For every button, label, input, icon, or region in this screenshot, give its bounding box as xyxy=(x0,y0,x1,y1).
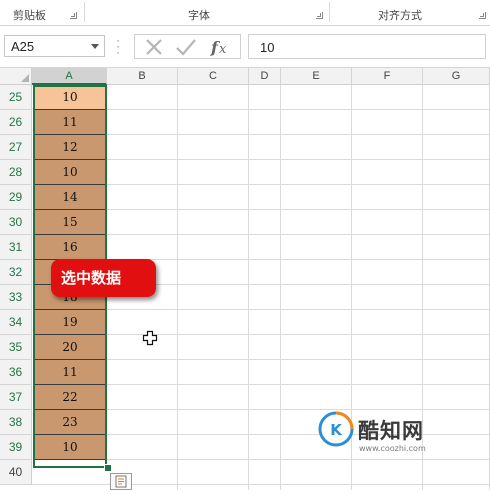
row-header-25[interactable]: 25 xyxy=(0,85,32,110)
formula-bar-buttons: f x xyxy=(134,34,241,59)
row-header-29[interactable]: 29 xyxy=(0,185,32,210)
gridline xyxy=(107,109,490,110)
row-header-38[interactable]: 38 xyxy=(0,410,32,435)
function-icon[interactable]: f x xyxy=(209,37,233,57)
row-header-26[interactable]: 26 xyxy=(0,110,32,135)
row-header-31[interactable]: 31 xyxy=(0,235,32,260)
cell-a29[interactable]: 14 xyxy=(33,185,107,210)
gridline xyxy=(177,85,178,490)
row-header-40[interactable]: 40 xyxy=(0,460,32,485)
column-header-a[interactable]: A xyxy=(32,68,107,85)
row-header-27[interactable]: 27 xyxy=(0,135,32,160)
cell-a31[interactable]: 16 xyxy=(33,235,107,260)
quick-analysis-icon xyxy=(115,475,127,488)
cell-a39[interactable]: 10 xyxy=(33,435,107,460)
ribbon-group-labels: 剪贴板 字体 对齐方式 xyxy=(0,0,490,26)
quick-analysis-button[interactable] xyxy=(110,473,132,490)
column-header-g[interactable]: G xyxy=(423,68,490,85)
name-box[interactable]: A25 xyxy=(4,35,105,57)
drag-handle-icon[interactable]: · · · xyxy=(116,34,120,58)
gridline xyxy=(248,85,249,490)
formula-input[interactable]: 10 xyxy=(248,34,486,59)
gridline xyxy=(107,209,490,210)
gridline xyxy=(107,384,490,385)
row-header-34[interactable]: 34 xyxy=(0,310,32,335)
cell-a38[interactable]: 23 xyxy=(33,410,107,435)
formula-bar: A25 · · · f x 10 xyxy=(0,26,490,68)
cell-a28[interactable]: 10 xyxy=(33,160,107,185)
gridline xyxy=(107,284,490,285)
watermark-url: www.coozhi.com xyxy=(359,444,426,453)
row-header-37[interactable]: 37 xyxy=(0,385,32,410)
cell-a35[interactable]: 20 xyxy=(33,335,107,360)
group-divider xyxy=(84,2,85,22)
alignment-dialog-launcher-icon[interactable] xyxy=(479,12,486,19)
row-header-33[interactable]: 33 xyxy=(0,285,32,310)
cell-cursor-icon xyxy=(142,330,158,346)
annotation-callout: 选中数据 xyxy=(51,259,156,297)
worksheet-grid[interactable]: A B C D E F G 25 26 27 28 29 30 31 32 33… xyxy=(0,68,490,490)
cell-a36[interactable]: 11 xyxy=(33,360,107,385)
gridline xyxy=(107,334,490,335)
gridline xyxy=(107,134,490,135)
clipboard-dialog-launcher-icon[interactable] xyxy=(70,12,77,19)
gridline xyxy=(107,234,490,235)
cell-a37[interactable]: 22 xyxy=(33,385,107,410)
gridline xyxy=(107,409,490,410)
formula-value: 10 xyxy=(260,40,275,55)
row-header-39[interactable]: 39 xyxy=(0,435,32,460)
coozhi-logo-icon: K xyxy=(318,411,354,447)
column-header-f[interactable]: F xyxy=(352,68,423,85)
group-divider xyxy=(329,2,330,22)
clipboard-group-label: 剪贴板 xyxy=(13,9,46,22)
gridline xyxy=(107,259,490,260)
cell-a25[interactable]: 10 xyxy=(33,85,107,110)
select-all-button[interactable] xyxy=(0,68,32,85)
svg-text:K: K xyxy=(330,421,343,439)
font-dialog-launcher-icon[interactable] xyxy=(316,12,323,19)
gridline xyxy=(280,85,281,490)
select-all-triangle-icon xyxy=(21,74,29,82)
row-header-32[interactable]: 32 xyxy=(0,260,32,285)
row-header-35[interactable]: 35 xyxy=(0,335,32,360)
gridline xyxy=(107,309,490,310)
watermark-name: 酷知网 xyxy=(358,419,424,443)
enter-icon[interactable] xyxy=(175,37,197,57)
cell-a27[interactable]: 12 xyxy=(33,135,107,160)
cell-a26[interactable]: 11 xyxy=(33,110,107,135)
cell-a30[interactable]: 15 xyxy=(33,210,107,235)
column-header-d[interactable]: D xyxy=(249,68,281,85)
watermark: K 酷知网 www.coozhi.com xyxy=(318,411,488,461)
svg-text:x: x xyxy=(219,42,227,57)
gridline xyxy=(107,359,490,360)
chevron-down-icon[interactable] xyxy=(91,44,99,49)
column-header-e[interactable]: E xyxy=(281,68,352,85)
row-header-36[interactable]: 36 xyxy=(0,360,32,385)
font-group-label: 字体 xyxy=(188,9,210,22)
fill-handle[interactable] xyxy=(104,464,112,472)
row-header-28[interactable]: 28 xyxy=(0,160,32,185)
column-header-b[interactable]: B xyxy=(107,68,178,85)
gridline xyxy=(32,484,490,485)
alignment-group-label: 对齐方式 xyxy=(378,9,422,22)
row-header-30[interactable]: 30 xyxy=(0,210,32,235)
cell-a34[interactable]: 19 xyxy=(33,310,107,335)
name-box-value: A25 xyxy=(11,39,35,54)
gridline xyxy=(107,159,490,160)
cancel-icon[interactable] xyxy=(144,37,164,57)
gridline xyxy=(107,184,490,185)
column-header-c[interactable]: C xyxy=(178,68,249,85)
